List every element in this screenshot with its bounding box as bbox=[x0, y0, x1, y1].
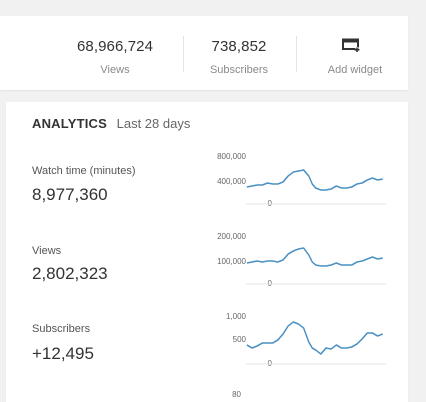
stats-divider bbox=[183, 36, 184, 72]
views-stat: 68,966,724 Views bbox=[60, 16, 170, 90]
views-metric-label: Views bbox=[32, 245, 62, 257]
watch-time-tick-top: 800,000 bbox=[217, 152, 246, 161]
analytics-card: ANALYTICS Last 28 days Watch time (minut… bbox=[6, 102, 408, 402]
subscribers-stat: 738,852 Subscribers bbox=[190, 16, 288, 90]
analytics-title: ANALYTICS bbox=[32, 116, 107, 131]
subscribers-tick-top: 1,000 bbox=[225, 312, 246, 321]
subscribers-tick-mid: 500 bbox=[232, 335, 246, 344]
subscribers-sparkline[interactable] bbox=[246, 312, 386, 368]
subscribers-metric-label: Subscribers bbox=[32, 323, 91, 335]
analytics-period: Last 28 days bbox=[116, 116, 191, 131]
subscribers-metric-value: +12,495 bbox=[32, 344, 94, 363]
views-metric-value: 2,802,323 bbox=[32, 264, 108, 283]
watch-time-sparkline[interactable] bbox=[246, 152, 386, 208]
channel-stats-card: 68,966,724 Views 738,852 Subscribers Add… bbox=[0, 16, 408, 90]
views-tick-top: 200,000 bbox=[217, 232, 246, 241]
stats-divider bbox=[296, 36, 297, 72]
add-widget-button[interactable]: Add widget bbox=[318, 16, 392, 90]
metric4-tick-top: 80 bbox=[232, 390, 241, 399]
add-widget-icon bbox=[342, 38, 360, 52]
views-sparkline[interactable] bbox=[246, 232, 386, 288]
add-widget-label: Add widget bbox=[327, 64, 383, 76]
views-count: 68,966,724 bbox=[76, 38, 154, 55]
watch-time-label: Watch time (minutes) bbox=[32, 165, 136, 177]
subscribers-count: 738,852 bbox=[211, 38, 267, 55]
subscribers-label: Subscribers bbox=[209, 64, 269, 76]
views-tick-mid: 100,000 bbox=[217, 257, 246, 266]
analytics-header[interactable]: ANALYTICS Last 28 days bbox=[32, 116, 190, 131]
views-label: Views bbox=[100, 64, 130, 76]
watch-time-tick-mid: 400,000 bbox=[217, 177, 246, 186]
watch-time-value: 8,977,360 bbox=[32, 185, 108, 204]
